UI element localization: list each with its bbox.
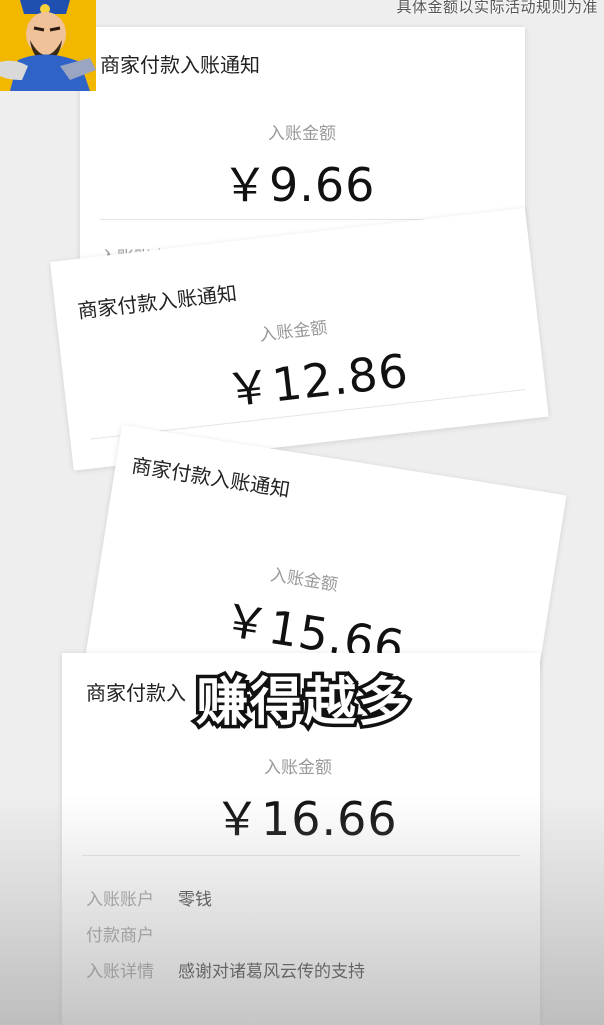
card-title: 商家付款入账通知 xyxy=(76,281,239,324)
merchant-label: 付款商户 xyxy=(86,926,154,946)
amount-value: ￥16.66 xyxy=(214,792,398,846)
amount-value: ￥9.66 xyxy=(222,158,376,212)
detail-label: 入账详情 xyxy=(86,962,154,982)
divider xyxy=(82,855,520,856)
card-title: 商家付款入账通知 xyxy=(100,53,260,77)
amount-label: 入账金额 xyxy=(268,565,340,596)
card-title: 商家付款入账通知 xyxy=(129,453,292,502)
card-title: 商家付款入 xyxy=(86,681,186,705)
amount-label: 入账金额 xyxy=(264,758,332,778)
general-portrait-icon xyxy=(0,0,96,91)
amount-label: 入账金额 xyxy=(268,124,336,144)
amount-label: 入账金额 xyxy=(258,318,329,346)
account-value: 零钱 xyxy=(178,890,212,910)
disclaimer-text: 具体金额以实际活动规则为准 xyxy=(396,0,598,16)
detail-value: 感谢对诸葛风云传的支持 xyxy=(178,962,365,982)
account-label: 入账账户 xyxy=(86,890,154,910)
amount-value: ￥12.86 xyxy=(222,343,412,418)
caption-text: 赚得越多 xyxy=(192,670,413,737)
